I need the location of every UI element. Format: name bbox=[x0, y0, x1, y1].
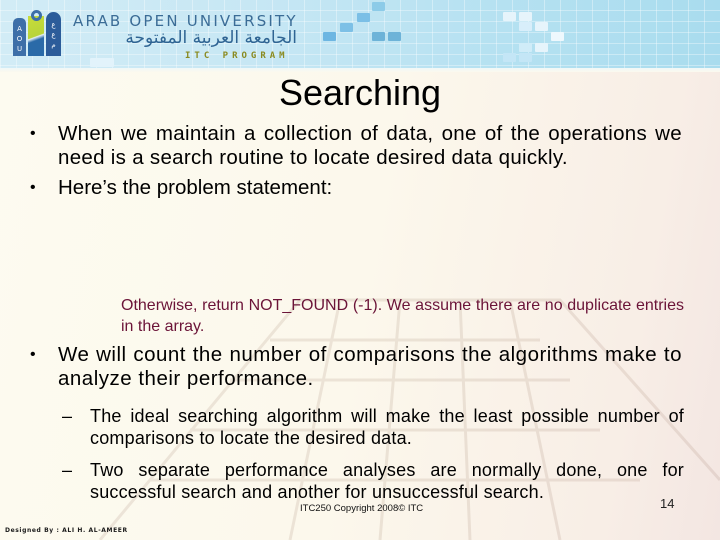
bullet-text: When we maintain a collection of data, o… bbox=[58, 122, 682, 169]
logo-right-bar: ععم bbox=[46, 12, 61, 56]
aou-logo-icon: AOU ععم bbox=[13, 10, 61, 56]
sub-bullet-list: – The ideal searching algorithm will mak… bbox=[62, 405, 684, 503]
bullet-text: We will count the number of comparisons … bbox=[58, 343, 682, 390]
banner-tile bbox=[535, 22, 548, 31]
bullet-marker: • bbox=[30, 179, 36, 196]
logo-ring bbox=[31, 10, 42, 21]
bullet-marker: • bbox=[30, 346, 37, 363]
banner-tile bbox=[90, 58, 114, 67]
page-number: 14 bbox=[660, 496, 675, 511]
bullet-list-analysis: • We will count the number of comparison… bbox=[30, 343, 682, 391]
banner-tile bbox=[519, 43, 532, 52]
banner-tile bbox=[388, 32, 401, 41]
banner-tile bbox=[503, 53, 516, 62]
sub-bullet-item: – Two separate performance analyses are … bbox=[62, 459, 684, 503]
problem-statement: Otherwise, return NOT_FOUND (-1). We ass… bbox=[121, 297, 684, 335]
banner-tile bbox=[372, 2, 385, 11]
banner-tile bbox=[372, 32, 385, 41]
bullet-item: • When we maintain a collection of data,… bbox=[30, 122, 682, 170]
designer-credit: Designed By : ALI H. AL-AMEER bbox=[5, 527, 128, 534]
bullet-item: • We will count the number of comparison… bbox=[30, 343, 682, 391]
slide-title: Searching bbox=[0, 72, 720, 114]
copyright-notice: ITC250 Copyright 2008© ITC bbox=[300, 503, 424, 514]
banner-tile bbox=[503, 12, 516, 21]
sub-bullet-marker: – bbox=[62, 460, 73, 480]
banner-tile bbox=[551, 32, 564, 41]
bullet-item: • Here’s the problem statement: bbox=[30, 176, 682, 200]
bullet-marker: • bbox=[30, 125, 36, 142]
banner-tile bbox=[535, 43, 548, 52]
banner-tile bbox=[357, 13, 370, 22]
header-banner: AOU ععم ARAB OPEN UNIVERSITY الجامعة الع… bbox=[0, 0, 720, 70]
sub-bullet-text: Two separate performance analyses are no… bbox=[90, 460, 684, 502]
program-label: ITC PROGRAM bbox=[185, 51, 289, 61]
slide-title-text: Searching bbox=[278, 72, 442, 113]
banner-tile bbox=[340, 23, 353, 32]
sub-bullet-text: The ideal searching algorithm will make … bbox=[90, 406, 684, 448]
bullet-list-intro: • When we maintain a collection of data,… bbox=[30, 122, 682, 200]
banner-tile bbox=[519, 53, 532, 62]
sub-bullet-marker: – bbox=[62, 406, 73, 426]
banner-tile bbox=[519, 12, 532, 21]
logo-middle-bar bbox=[28, 16, 44, 56]
bullet-text: Here’s the problem statement: bbox=[58, 176, 333, 199]
university-name-arabic: الجامعة العربية المفتوحة bbox=[125, 28, 297, 48]
banner-tile bbox=[323, 32, 336, 41]
logo-left-bar: AOU bbox=[13, 18, 26, 56]
sub-bullet-item: – The ideal searching algorithm will mak… bbox=[62, 405, 684, 449]
banner-tile bbox=[519, 22, 532, 31]
